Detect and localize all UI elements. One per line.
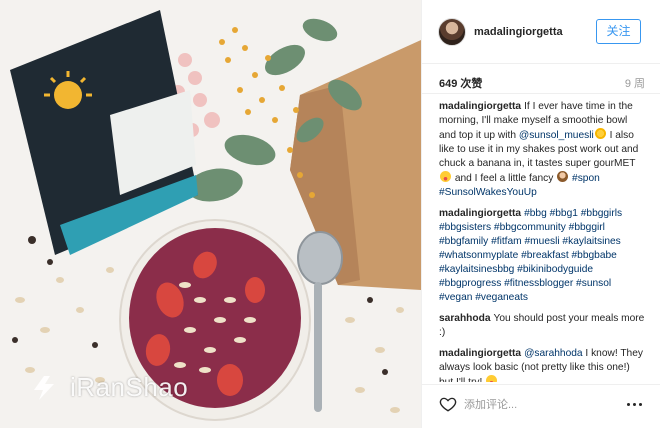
comment-text: and I feel a little fancy — [452, 173, 557, 184]
comment: madalingiorgetta #bbg #bbg1 #bbggirls #bb… — [439, 207, 645, 305]
sun-emoji-icon — [594, 128, 606, 139]
yum-emoji-icon — [440, 171, 451, 182]
post-side-panel: madalingiorgetta 关注 649 次赞 9 周 madalingi… — [421, 0, 660, 428]
post-time[interactable]: 9 周 — [625, 75, 645, 91]
comment-list: madalingiorgetta If I ever have time in t… — [439, 100, 645, 382]
comment-input[interactable] — [464, 394, 624, 416]
comment-author[interactable]: sarahhoda — [439, 313, 491, 324]
watermark: iRanShao — [30, 372, 188, 403]
more-options-icon[interactable] — [627, 397, 645, 411]
comment-author[interactable]: madalingiorgetta — [439, 208, 521, 219]
heart-outline-icon[interactable] — [439, 395, 457, 413]
photo-scene — [0, 0, 421, 428]
comment: sarahhoda You should post your meals more… — [439, 312, 645, 340]
comment-link[interactable]: #SunsolWakesYouUp — [439, 187, 537, 198]
comment-author[interactable]: madalingiorgetta — [439, 348, 521, 359]
comment: madalingiorgetta If I ever have time in t… — [439, 100, 645, 200]
comment-bar — [422, 384, 660, 428]
girl-emoji-icon — [557, 171, 569, 182]
comment-link[interactable]: #spon — [572, 173, 600, 184]
post-stats: 649 次赞 9 周 — [422, 64, 660, 94]
watermark-text: iRanShao — [70, 372, 189, 402]
comment-link[interactable]: @sarahhoda — [524, 348, 583, 359]
yum-emoji-icon — [486, 375, 498, 382]
comment-author[interactable]: madalingiorgetta — [439, 101, 521, 112]
username[interactable]: madalingiorgetta — [474, 26, 563, 38]
follow-button[interactable]: 关注 — [596, 19, 641, 44]
comment-link[interactable]: #bbg #bbg1 #bbggirls #bbgsisters #bbgcom… — [439, 208, 622, 303]
post-photo[interactable]: iRanShao — [0, 0, 421, 428]
like-count[interactable]: 649 次赞 — [439, 75, 482, 91]
comment: madalingiorgetta @sarahhoda I know! They … — [439, 347, 645, 382]
comment-link[interactable]: @sunsol_muesli — [519, 130, 594, 141]
lightning-logo-icon — [34, 375, 54, 400]
post-header: madalingiorgetta 关注 — [422, 0, 660, 64]
avatar[interactable] — [438, 18, 466, 46]
